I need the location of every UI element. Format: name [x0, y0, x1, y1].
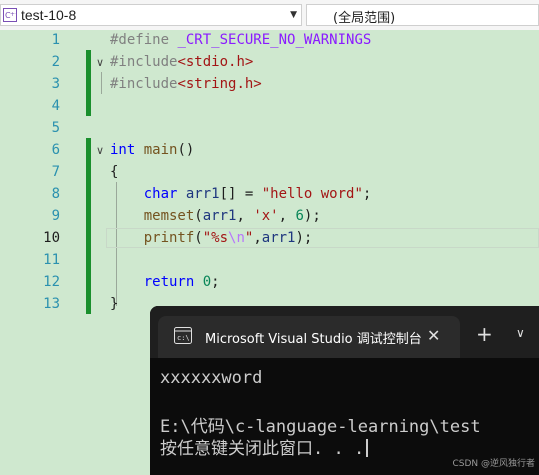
line-number: 9	[51, 208, 60, 224]
line-code: char arr1[] = "hello word";	[143, 186, 372, 202]
code-line: 7 {	[0, 162, 539, 184]
close-icon[interactable]: ✕	[427, 326, 440, 345]
file-scope-dropdown[interactable]: C ++ test-10-8 ▼	[0, 4, 302, 26]
code-line: 1 #define _CRT_SECURE_NO_WARNINGS	[0, 30, 539, 52]
member-scope-dropdown[interactable]: (全局范围)	[306, 4, 539, 26]
line-code: printf("%s\n",arr1);	[143, 230, 313, 246]
console-tab[interactable]: c:\ Microsoft Visual Studio 调试控制台 ✕	[158, 316, 460, 358]
code-line: 3 #include<string.h>	[0, 74, 539, 96]
svg-text:++: ++	[10, 11, 17, 18]
terminal-icon: c:\	[174, 327, 192, 344]
line-number: 5	[51, 120, 60, 136]
code-line: 6 ∨ int main()	[0, 140, 539, 162]
collapse-chevron-icon[interactable]: ∨	[96, 144, 104, 157]
line-code: #define _CRT_SECURE_NO_WARNINGS	[110, 32, 372, 48]
chevron-down-icon[interactable]: ∨	[516, 326, 525, 340]
line-code: #include<string.h>	[110, 76, 262, 92]
code-line: 11	[0, 250, 539, 272]
svg-text:c:\: c:\	[177, 334, 190, 342]
line-number: 2	[51, 54, 60, 70]
line-code: }	[110, 296, 119, 312]
scope-combo-value: (全局范围)	[333, 11, 396, 26]
code-line: 8 char arr1[] = "hello word";	[0, 184, 539, 206]
line-code: int main()	[110, 142, 195, 158]
chevron-down-icon[interactable]: ▼	[290, 10, 297, 20]
console-output-line: 按任意键关闭此窗口. . .	[160, 434, 369, 459]
line-number: 7	[51, 164, 60, 180]
line-number: 4	[51, 98, 60, 114]
code-line: 9 memset(arr1, 'x', 6);	[0, 206, 539, 228]
collapse-chevron-icon[interactable]: ∨	[96, 56, 104, 69]
code-line: 4	[0, 96, 539, 118]
new-tab-plus-icon[interactable]: +	[476, 322, 493, 346]
console-tab-bar: c:\ Microsoft Visual Studio 调试控制台 ✕ + ∨	[150, 306, 539, 358]
line-number: 12	[43, 274, 60, 290]
file-combo-value: test-10-8	[21, 7, 77, 23]
line-number: 6	[51, 142, 60, 158]
code-line-current: 10 printf("%s\n",arr1);	[0, 228, 539, 250]
text-cursor	[366, 439, 369, 457]
line-number: 1	[51, 32, 60, 48]
line-number: 8	[51, 186, 60, 202]
console-tab-title: Microsoft Visual Studio 调试控制台	[205, 332, 422, 347]
code-line: 12 return 0;	[0, 272, 539, 294]
line-number: 10	[43, 230, 60, 246]
line-code: #include<stdio.h>	[110, 54, 254, 70]
debug-console-window[interactable]: c:\ Microsoft Visual Studio 调试控制台 ✕ + ∨ …	[150, 306, 539, 475]
project-file-icon: C ++	[3, 8, 17, 22]
line-number: 3	[51, 76, 60, 92]
line-number: 13	[43, 296, 60, 312]
line-code: memset(arr1, 'x', 6);	[143, 208, 321, 224]
code-line: 2 ∨ #include<stdio.h>	[0, 52, 539, 74]
navigation-bar: C ++ test-10-8 ▼ (全局范围)	[0, 0, 539, 31]
line-code: return 0;	[143, 274, 220, 290]
line-number: 11	[43, 252, 60, 268]
code-line: 5	[0, 118, 539, 140]
line-code: {	[110, 164, 119, 180]
console-output-line: xxxxxxword	[160, 368, 263, 388]
watermark: CSDN @逆风独行者	[452, 459, 535, 469]
